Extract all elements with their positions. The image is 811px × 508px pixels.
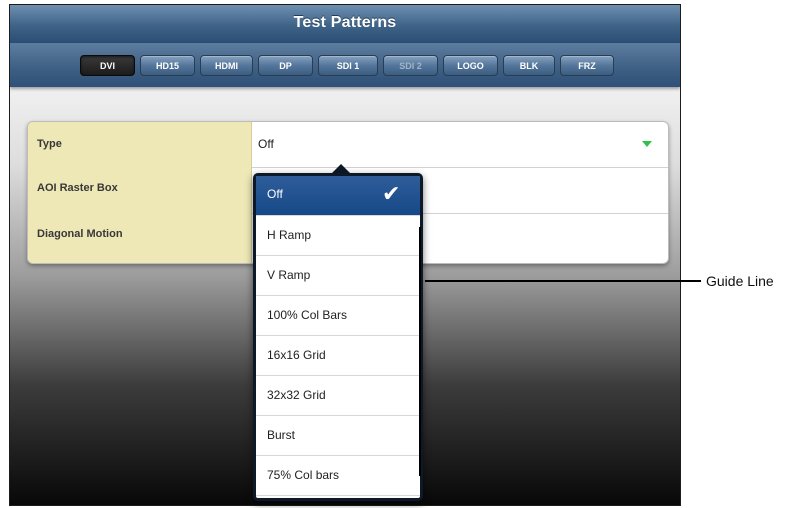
- tab-sdi-1[interactable]: SDI 1: [318, 55, 378, 76]
- guide-line-vertical: [419, 227, 421, 476]
- aoi-raster-box-label: AOI Raster Box: [37, 182, 118, 194]
- tab-blk[interactable]: BLK: [503, 55, 555, 76]
- label-cell: Type: [28, 122, 252, 168]
- option-label: Off: [267, 187, 283, 201]
- option-label: 75% Col bars: [267, 468, 340, 482]
- option-16x16-grid[interactable]: 16x16 Grid: [256, 336, 420, 376]
- option-100-col-bars[interactable]: 100% Col Bars: [256, 296, 420, 336]
- option-h-ramp[interactable]: H Ramp: [256, 216, 420, 256]
- tab-sdi-2[interactable]: SDI 2: [383, 55, 438, 76]
- tab-hd15[interactable]: HD15: [140, 55, 195, 76]
- type-value[interactable]: Off: [258, 137, 274, 151]
- diagonal-motion-label: Diagonal Motion: [37, 228, 123, 240]
- type-label: Type: [37, 138, 62, 150]
- tab-dvi[interactable]: DVI: [80, 55, 135, 76]
- option-burst[interactable]: Burst: [256, 416, 420, 456]
- option-32x32-grid[interactable]: 32x32 Grid: [256, 376, 420, 416]
- option-label: 32x32 Grid: [267, 388, 326, 402]
- title-bar: Test Patterns: [10, 5, 680, 44]
- option-off[interactable]: Off ✔: [256, 176, 420, 216]
- tab-frz[interactable]: FRZ: [560, 55, 614, 76]
- chevron-down-icon[interactable]: [642, 141, 652, 147]
- tab-logo[interactable]: LOGO: [443, 55, 498, 76]
- option-75-col-bars[interactable]: 75% Col bars: [256, 456, 420, 496]
- option-label: V Ramp: [267, 268, 311, 282]
- option-label: 16x16 Grid: [267, 348, 326, 362]
- option-label: Burst: [267, 428, 296, 442]
- option-label: H Ramp: [267, 228, 312, 242]
- tab-bar: DVI HD15 HDMI DP SDI 1 SDI 2 LOGO BLK FR…: [10, 43, 680, 87]
- option-label: 100% Col Bars: [267, 308, 348, 322]
- type-row[interactable]: Type Off: [28, 122, 668, 168]
- label-cell: Diagonal Motion: [28, 214, 252, 263]
- guide-line-callout: Guide Line: [706, 273, 774, 289]
- guide-line-leader: [425, 280, 701, 282]
- option-v-ramp[interactable]: V Ramp: [256, 256, 420, 296]
- type-dropdown-menu: Off ✔ H Ramp V Ramp 100% Col Bars 16x16 …: [253, 173, 423, 501]
- tab-dp[interactable]: DP: [258, 55, 313, 76]
- page-title: Test Patterns: [293, 14, 397, 31]
- checkmark-icon: ✔: [382, 181, 401, 206]
- label-cell: AOI Raster Box: [28, 168, 252, 214]
- tab-hdmi[interactable]: HDMI: [200, 55, 253, 76]
